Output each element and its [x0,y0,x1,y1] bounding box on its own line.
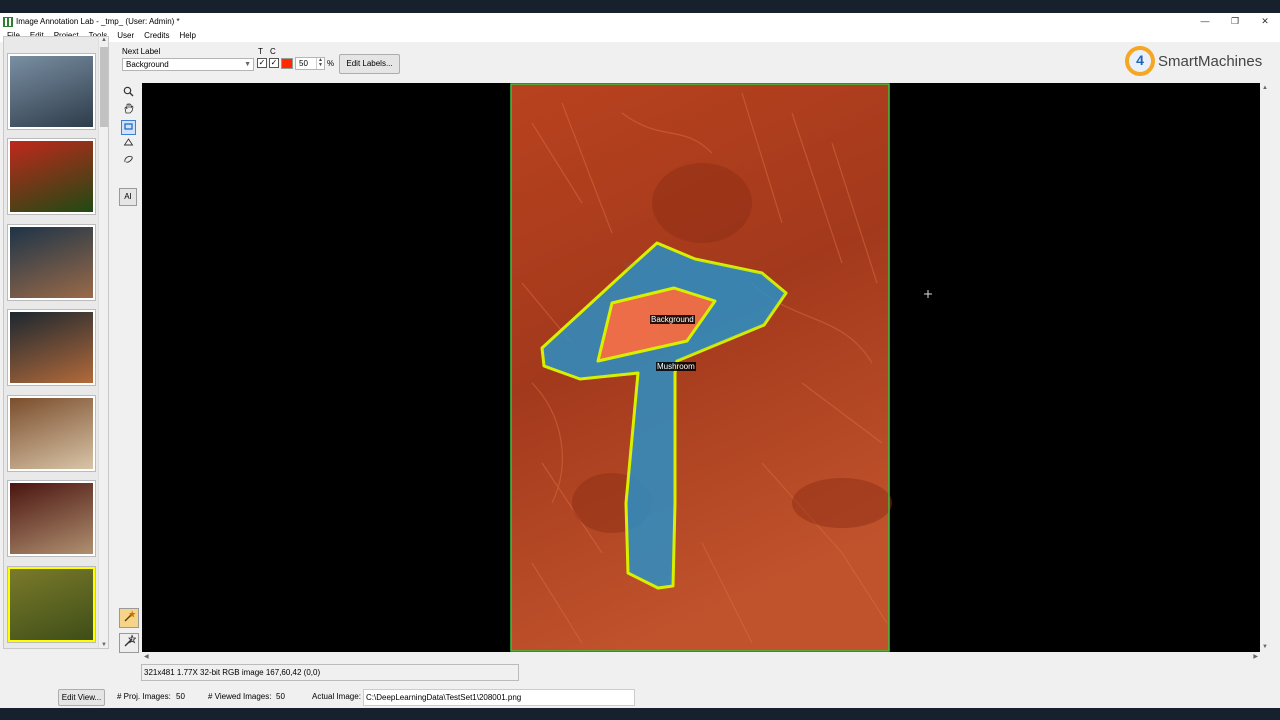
app-icon [3,16,13,27]
minimize-button[interactable]: — [1190,13,1220,30]
thumbnail-image [10,398,93,469]
background-region-label: Background [650,315,695,324]
canvas-vertical-scrollbar[interactable]: ▲ ▼ [1260,83,1270,652]
t-column-label: T [258,47,263,56]
actual-image-label: Actual Image: [312,692,361,701]
hand-icon[interactable] [121,103,136,118]
thumbnail-image [10,56,93,127]
edit-view-button[interactable]: Edit View... [58,689,105,706]
scroll-down-arrow-icon[interactable]: ▼ [99,642,109,648]
chevron-down-icon: ▼ [244,61,251,68]
smartmachines-logo: 4 SmartMachines [1125,44,1277,78]
crosshair-cursor-icon [924,290,932,298]
scroll-right-arrow-icon[interactable]: ▶ [1253,653,1258,660]
scroll-down-arrow-icon[interactable]: ▼ [1262,644,1268,650]
window-title: Image Annotation Lab - _tmp_ (User: Admi… [16,17,180,26]
scrollbar-thumb[interactable] [100,47,108,127]
rectangle-icon[interactable] [121,120,136,135]
opacity-stepper[interactable]: 50 ▲ ▼ [295,57,325,70]
logo-digit: 4 [1136,52,1144,68]
thumbnail-image [10,483,93,554]
show-color-checkbox[interactable]: ✓ [269,58,279,68]
next-label-title: Next Label [122,47,161,56]
title-bar: Image Annotation Lab - _tmp_ (User: Admi… [0,13,1280,30]
scroll-left-arrow-icon[interactable]: ◀ [144,653,149,660]
thumb-mushroom[interactable] [8,567,95,642]
next-label-value: Background [126,60,169,69]
thumb-rocket[interactable] [8,54,95,129]
gear-logo-icon: 4 [1125,46,1155,76]
thumb-man-fez[interactable] [8,481,95,556]
thumb-swimmer[interactable] [8,225,95,300]
stepper-arrows-icon[interactable]: ▲ ▼ [316,58,324,69]
window-controls: — ❐ ✕ [1190,13,1280,30]
show-text-checkbox[interactable]: ✓ [257,58,267,68]
thumb-woman[interactable] [8,396,95,471]
magic-wand-icon[interactable] [119,608,139,628]
viewed-images-label: # Viewed Images: [208,692,272,701]
c-column-label: C [270,47,276,56]
lasso-icon[interactable] [121,154,136,169]
percent-sign: % [327,59,335,68]
annotated-image[interactable] [142,83,1260,652]
canvas-horizontal-scrollbar[interactable]: ◀ ▶ [142,652,1260,662]
restore-button[interactable]: ❐ [1220,13,1250,30]
close-button[interactable]: ✕ [1250,13,1280,30]
proj-images-label: # Proj. Images: [117,692,171,701]
thumb-flowers[interactable] [8,139,95,214]
ai-tool-button[interactable]: AI [119,188,137,206]
actual-image-path: C:\DeepLearningData\TestSet1\208001.png [363,689,635,706]
logo-text: SmartMachines [1158,52,1263,70]
menu-user[interactable]: User [112,30,139,42]
thumbnail-image [10,312,93,383]
scroll-up-arrow-icon[interactable]: ▲ [1262,85,1268,91]
magic-wand-outline-icon[interactable] [119,633,139,653]
edit-labels-button[interactable]: Edit Labels... [339,54,400,74]
menu-bar: File Edit Project Tools User Credits Hel… [0,30,1280,42]
menu-help[interactable]: Help [175,30,201,42]
scroll-up-arrow-icon[interactable]: ▲ [99,37,109,43]
image-info-status: 321x481 1.77X 32-bit RGB image 167,60,42… [141,664,519,681]
thumbnail-panel: ▲ ▼ [3,36,109,649]
proj-images-value: 50 [176,692,185,701]
screen-bottom-border [0,708,1280,720]
polygon-icon[interactable] [121,137,136,152]
label-color-swatch[interactable] [281,58,293,69]
next-label-select[interactable]: Background ▼ [122,58,254,71]
thumbnail-image [10,569,93,640]
thumbnail-image [10,227,93,298]
opacity-value: 50 [299,59,308,68]
viewed-images-value: 50 [276,692,285,701]
mushroom-region-label: Mushroom [656,362,696,371]
magnifier-icon[interactable] [121,86,136,101]
thumb-swim-race[interactable] [8,310,95,385]
image-canvas[interactable]: Background Mushroom [142,83,1260,652]
screen-top-border [0,0,1280,13]
thumbnail-image [10,141,93,212]
thumbnail-scrollbar[interactable]: ▲ ▼ [98,37,108,648]
menu-credits[interactable]: Credits [139,30,174,42]
